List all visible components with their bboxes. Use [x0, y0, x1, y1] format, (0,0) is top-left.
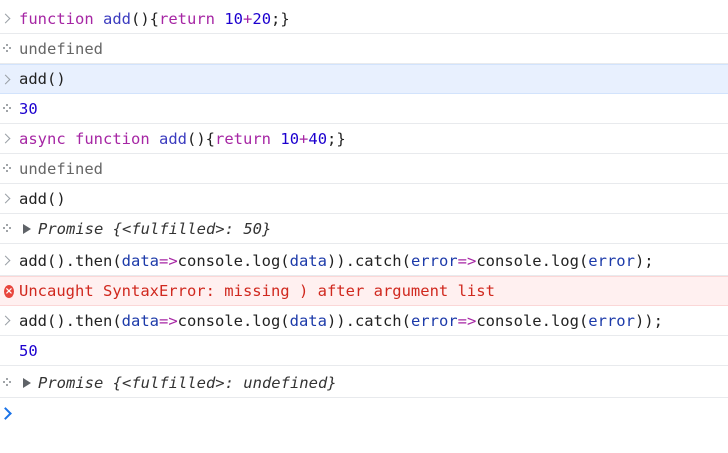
console-input-text[interactable]: add(): [19, 184, 66, 213]
prompt-chevron-icon: [0, 398, 14, 428]
error-icon: ×: [4, 284, 14, 298]
console-input-text[interactable]: async function add(){return 10 +40;}: [19, 124, 346, 153]
token: console.log(: [177, 251, 290, 270]
console-log-text: 50: [19, 336, 38, 365]
token: ;}: [271, 9, 290, 28]
console-input-text[interactable]: add().then(data => console.log(data)).catc…: [19, 306, 663, 335]
token: data: [121, 311, 159, 330]
input-chevron-icon: [0, 246, 14, 275]
console-input-text[interactable]: add().then(data => console.log(data)).catc…: [19, 246, 654, 275]
console-entry: undefined: [0, 154, 728, 184]
token: =>: [158, 311, 178, 330]
input-chevron-icon: [0, 124, 14, 153]
input-chevron-icon: [0, 184, 14, 213]
return-value-icon: [0, 94, 14, 123]
token: (){: [131, 9, 159, 28]
console-input-text[interactable]: function add(){return 10 +20;}: [19, 4, 290, 33]
token: console.log(: [177, 311, 290, 330]
token: function: [19, 9, 94, 28]
token: console.log(: [476, 311, 589, 330]
input-chevron-icon: [0, 306, 14, 335]
token: 20: [252, 9, 272, 28]
input-chevron-icon: [0, 4, 14, 33]
token: return: [215, 129, 272, 148]
token: 30: [19, 99, 38, 118]
token: add(): [19, 189, 66, 208]
console-entry: undefined: [0, 34, 728, 64]
console-entry: add(): [0, 184, 728, 214]
return-value-icon: [0, 214, 14, 243]
token: async: [19, 129, 66, 148]
return-value-icon: [0, 368, 14, 397]
console-entry: async function add(){return 10 +40;}: [0, 124, 728, 154]
log-gutter: [0, 336, 14, 365]
input-chevron-icon: [0, 65, 14, 93]
token: 50: [243, 219, 262, 238]
token: 50: [19, 341, 38, 360]
token: )).catch(: [326, 311, 411, 330]
token: Promise {<fulfilled>: undefined}: [38, 373, 337, 392]
token: 10: [280, 129, 300, 148]
console-entry-error: × Uncaught SyntaxError: missing ) after …: [0, 276, 728, 306]
promise-object[interactable]: Promise {<fulfilled>: undefined}: [19, 368, 337, 397]
console-entry: Promise {<fulfilled>: undefined}: [0, 368, 728, 398]
token: =>: [158, 251, 178, 270]
promise-object[interactable]: Promise {<fulfilled>: 50}: [19, 214, 271, 243]
token: +: [243, 9, 253, 28]
token: data: [289, 311, 327, 330]
token: =>: [457, 251, 477, 270]
token: 10: [224, 9, 244, 28]
token: add().then(: [19, 251, 122, 270]
token: undefined: [19, 159, 103, 178]
token: (){: [187, 129, 216, 148]
return-value-icon: [0, 34, 14, 63]
console-entry: add(): [0, 64, 728, 94]
token: error: [410, 311, 458, 330]
token: undefined: [19, 39, 103, 58]
console-prompt-row[interactable]: [0, 398, 728, 428]
token: add(): [19, 70, 66, 88]
token: add: [159, 129, 188, 148]
token: return: [159, 9, 215, 28]
token: 40: [308, 129, 328, 148]
console-result-text: undefined: [19, 154, 103, 183]
console-entry: add().then(data => console.log(data)).catc…: [0, 306, 728, 336]
token: console.log(: [476, 251, 589, 270]
token: );: [634, 251, 654, 270]
return-value-icon: [0, 154, 14, 183]
console-error-text: Uncaught SyntaxError: missing ) after ar…: [19, 277, 495, 305]
console-result-text: 30: [19, 94, 38, 123]
token: Uncaught SyntaxError: missing ) after ar…: [19, 282, 495, 300]
token: =>: [457, 311, 477, 330]
token: error: [588, 311, 635, 330]
token: error: [410, 251, 458, 270]
token: )).catch(: [326, 251, 411, 270]
token: ));: [634, 311, 663, 330]
token: add: [103, 9, 131, 28]
token: add().then(: [19, 311, 122, 330]
token: ;}: [327, 129, 346, 148]
console-entry: 50: [0, 336, 728, 366]
console-entry: 30: [0, 94, 728, 124]
console-entry: function add(){return 10 +20;}: [0, 4, 728, 34]
token: error: [588, 251, 635, 270]
console-result-text: undefined: [19, 34, 103, 63]
console-input-text[interactable]: add(): [19, 65, 66, 93]
console-panel: function add(){return 10 +20;} undefined …: [0, 0, 728, 453]
token: +: [299, 129, 309, 148]
token: function: [75, 129, 150, 148]
expand-triangle-icon[interactable]: [23, 377, 31, 388]
console-entry: Promise {<fulfilled>: 50}: [0, 214, 728, 244]
token: Promise {<fulfilled>:: [38, 219, 244, 238]
token: data: [121, 251, 159, 270]
expand-triangle-icon[interactable]: [23, 223, 31, 234]
console-entry: add().then(data => console.log(data)).catc…: [0, 246, 728, 276]
token: data: [289, 251, 327, 270]
token: }: [261, 219, 272, 238]
